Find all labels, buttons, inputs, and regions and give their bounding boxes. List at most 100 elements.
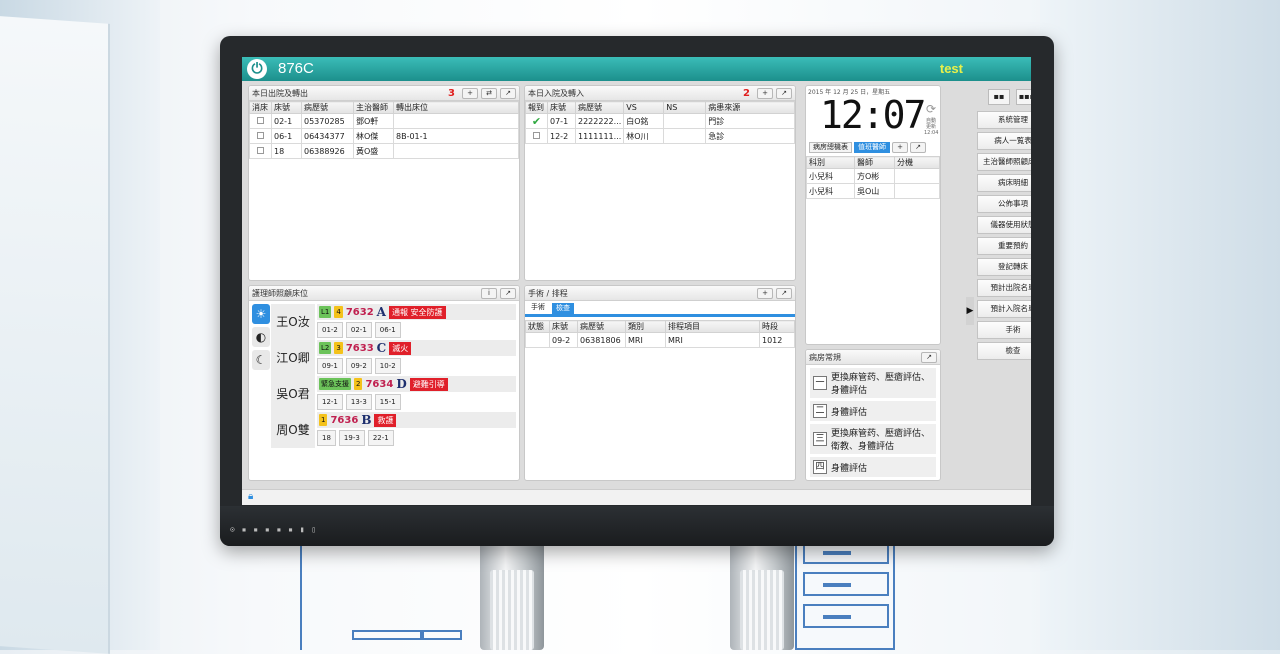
clear-bed-checkbox[interactable] [257,116,264,124]
check-in-checkbox[interactable] [533,131,540,139]
bed-chip[interactable]: 22-1 [367,430,394,446]
table-cell: 06381806 [577,332,626,348]
table-row[interactable]: 12-2 1111111... 林O川 急診 [525,128,795,144]
rules-panel-header: 病房常規 ↗ [806,350,940,365]
extension-number: 7636 [330,414,359,426]
tab-surgery[interactable]: 手術 [528,303,548,314]
column-header: 床號 [271,101,302,114]
add-button[interactable]: + [462,88,478,99]
monitor-stand-left [480,540,544,650]
background-desk-sketch [300,545,462,650]
grid-view-small-icon[interactable]: ▪▪ [988,89,1010,105]
patient-count-tag: 4 [334,306,343,318]
table-cell [393,113,519,129]
status-bar: 🔒︎ [242,489,1031,505]
clear-bed-checkbox[interactable] [257,146,264,154]
bed-chip[interactable]: 02-1 [345,322,372,338]
menu-examination[interactable]: 檢查 [977,342,1031,360]
nurse-name: 王O汝 [271,304,315,340]
power-icon[interactable]: ⏻ [247,59,267,79]
nurse-panel-header: 護理師照顧床位 i ↗ [249,286,519,301]
clear-bed-checkbox[interactable] [257,131,264,139]
moon-icon[interactable]: ☾ [252,350,270,370]
monitor-bezel: ⊙ ▪ ▪ ▪ ▪ ▪ ▮ ▯ [220,506,1054,546]
nurse-row[interactable]: 周O雙 1 7636 B 救護 18 19-3 22-1 [271,412,516,448]
rule-number: 三 [813,432,827,446]
expand-button[interactable]: ↗ [921,352,937,363]
bed-chip[interactable]: 19-3 [338,430,365,446]
table-cell [393,143,519,159]
nurse-row[interactable]: 江O卿 L2 3 7633 C 滅火 09-1 09-2 10-2 [271,340,516,376]
table-row[interactable]: ✔ 07-1 2222222... 白O銘 門診 [525,113,795,129]
transfer-button[interactable]: ⇄ [481,88,497,99]
rule-text: 更換麻管药、壓瘡評估、身體評估 [831,373,931,396]
table-row[interactable]: 02-1 05370285 鄧O軒 [249,113,519,129]
surgery-tabs: 手術 檢查 [525,301,795,317]
column-header: 病歷號 [301,101,354,114]
menu-patient-list[interactable]: 病人一覧表 [977,132,1031,150]
table-row[interactable]: 18 06388926 黃O盛 [249,143,519,159]
tab-ward-directory[interactable]: 病房總機表 [809,141,852,153]
table-row[interactable]: 09-2 06381806 MRI MRI 1012 [525,332,795,348]
table-cell: 方O彬 [854,168,895,184]
expand-button[interactable]: ↗ [500,288,516,299]
column-header: 排程項目 [665,320,760,333]
table-row[interactable]: 小兒科 方O彬 [806,168,940,184]
menu-bed-transfer[interactable]: 登記轉床 [977,258,1031,276]
collapse-arrow-icon[interactable]: ▶ [966,297,974,325]
bed-chip[interactable]: 10-2 [374,358,401,374]
admission-panel: 本日入院及轉入 2 + ↗ 報到 床號 病歷號 VS NS 病患來源 ✔ 07-… [524,85,796,281]
info-button[interactable]: i [481,288,497,299]
menu-important-appointments[interactable]: 重要預約 [977,237,1031,255]
table-cell: 02-1 [271,113,302,129]
bed-chip[interactable]: 12-1 [317,394,343,410]
team-letter: A [376,305,386,319]
user-name: test [939,61,963,76]
half-moon-icon[interactable]: ◐ [252,327,270,347]
table-cell: 林O傑 [353,128,394,144]
nurse-row[interactable]: 王O汝 L1 4 7632 A 通報 安全防護 01-2 02-1 06-1 [271,304,516,340]
sun-icon[interactable]: ☀ [252,304,270,324]
menu-expected-admission[interactable]: 預計入院名單 [977,300,1031,318]
refresh-icon[interactable]: ⟳ [926,102,936,116]
add-button[interactable]: + [892,141,908,153]
expand-button[interactable]: ↗ [776,288,792,299]
menu-expected-discharge[interactable]: 預計出院名單 [977,279,1031,297]
menu-system-management[interactable]: 系統管理 [977,111,1031,129]
grid-view-large-icon[interactable]: ▪▪▪ [1016,89,1031,105]
surgery-table: 狀態 床號 病歷號 類別 排程項目 時段 09-2 06381806 MRI M… [525,320,795,348]
add-button[interactable]: + [757,88,773,99]
column-header: NS [663,101,707,114]
table-row[interactable]: 小兒科 吳O山 [806,183,940,199]
menu-bed-details[interactable]: 病床明細 [977,174,1031,192]
menu-attending-beds[interactable]: 主治醫師照顧床位 [977,153,1031,171]
tab-on-duty-doctor[interactable]: 值班醫師 [854,141,890,153]
nurse-row[interactable]: 吳O君 緊急支援 2 7634 D 避難引導 12-1 13-3 15-1 [271,376,516,412]
expand-button[interactable]: ↗ [500,88,516,99]
bed-chip[interactable]: 18 [317,430,336,446]
column-header: 科別 [806,156,855,169]
column-header: 病歷號 [577,320,626,333]
table-cell: 小兒科 [806,183,855,199]
expand-button[interactable]: ↗ [776,88,792,99]
add-button[interactable]: + [757,288,773,299]
lock-icon[interactable]: 🔒︎ [248,491,260,504]
bezel-control-icons[interactable]: ⊙ ▪ ▪ ▪ ▪ ▪ ▮ ▯ [230,525,317,534]
menu-surgery[interactable]: 手術 [977,321,1031,339]
bed-chip[interactable]: 15-1 [374,394,401,410]
checked-in-icon[interactable]: ✔ [532,115,541,128]
menu-equipment-status[interactable]: 儀器使用狀態 [977,216,1031,234]
expand-button[interactable]: ↗ [910,141,926,153]
bed-chip[interactable]: 13-3 [345,394,372,410]
bed-chip[interactable]: 06-1 [374,322,401,338]
table-cell: 06434377 [301,128,354,144]
bed-chip[interactable]: 09-1 [317,358,343,374]
menu-announcements[interactable]: 公佈事項 [977,195,1031,213]
tab-examination[interactable]: 檢查 [552,303,574,314]
admission-count-badge: 2 [743,88,750,99]
bed-chip[interactable]: 01-2 [317,322,343,338]
table-row[interactable]: 06-1 06434377 林O傑 8B-01-1 [249,128,519,144]
contacts-tabs: 病房總機表 值班醫師 + ↗ [806,140,940,154]
admission-table: 報到 床號 病歷號 VS NS 病患來源 ✔ 07-1 2222222... 白… [525,101,795,144]
bed-chip[interactable]: 09-2 [345,358,372,374]
